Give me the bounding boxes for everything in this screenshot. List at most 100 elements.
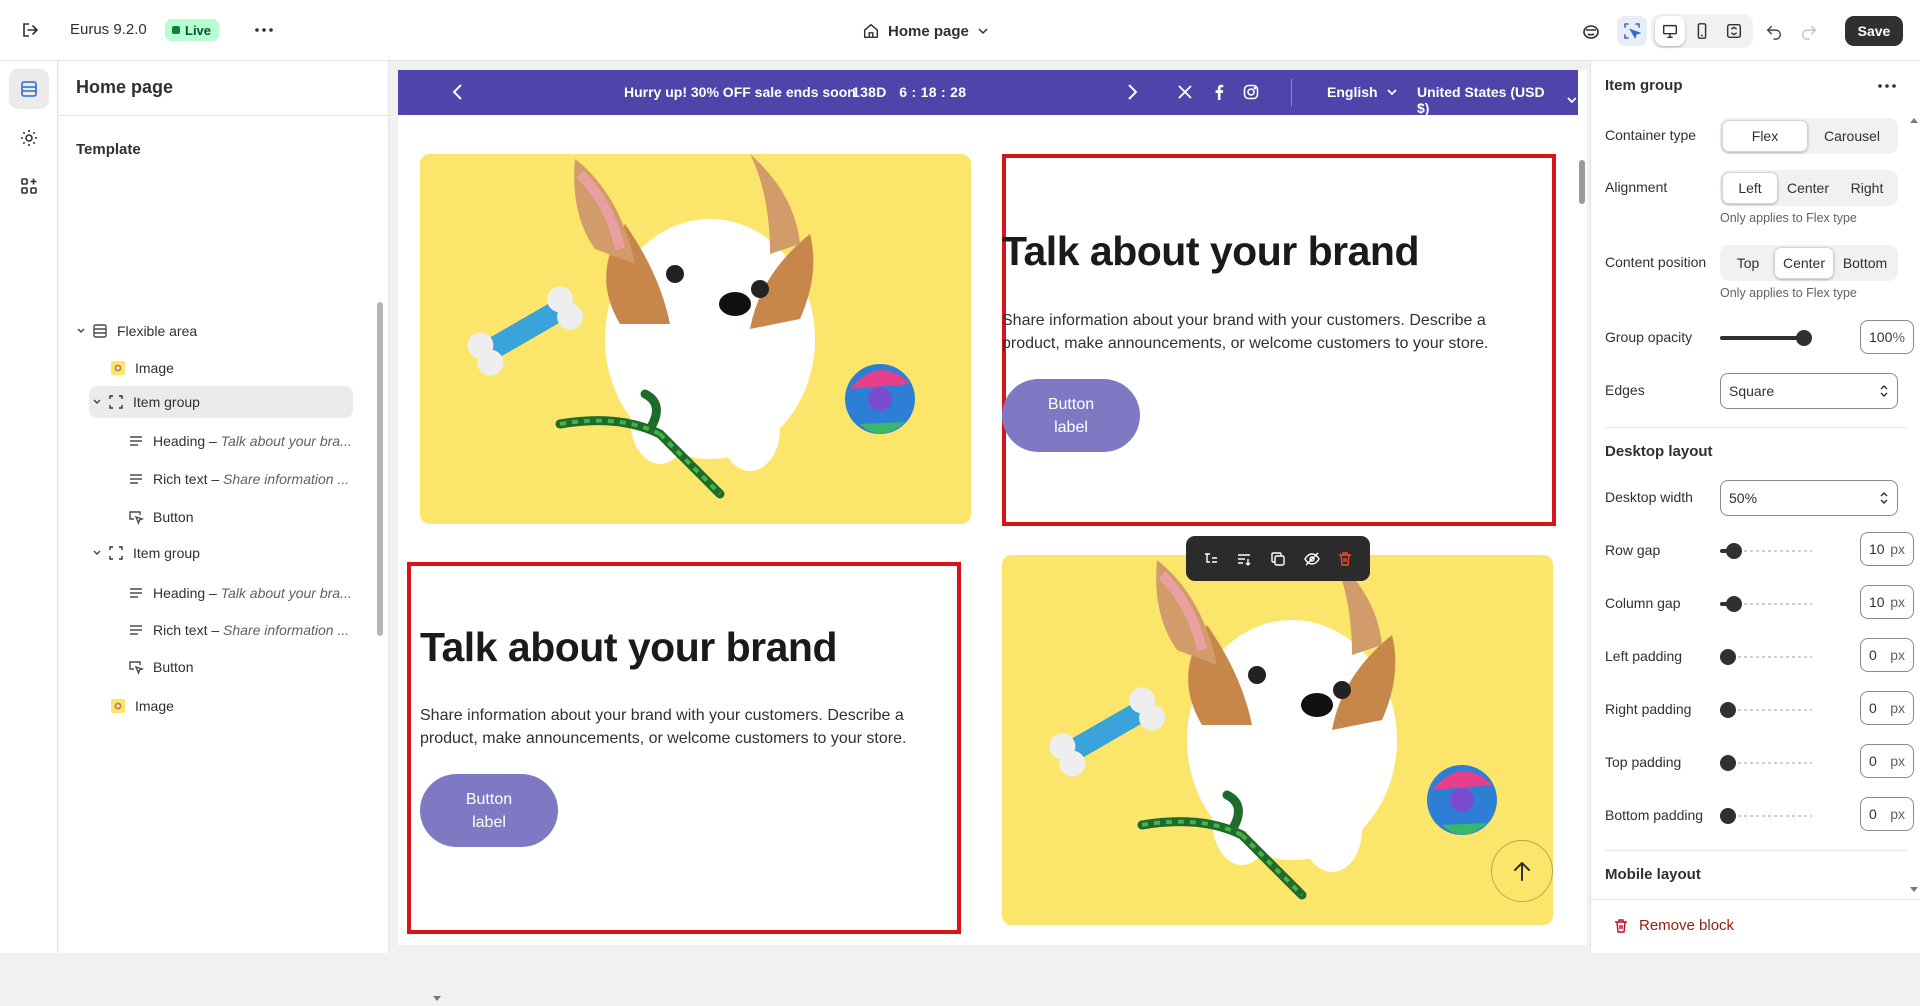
template-heading: Template [76,141,141,158]
desktop-width-select[interactable]: 50% [1720,480,1898,516]
slider-knob[interactable] [1796,330,1812,346]
left-padding-slider[interactable] [1720,647,1812,667]
slider-knob[interactable] [1726,596,1742,612]
chevron-down-icon[interactable] [73,326,89,336]
group-opacity-slider[interactable] [1720,328,1812,348]
select-element-icon[interactable] [1617,16,1647,46]
right-padding-slider[interactable] [1720,700,1812,720]
redo-icon[interactable] [1794,16,1824,46]
block-button[interactable]: Button label [1002,379,1140,452]
item-group-selected-outline[interactable]: Talk about your brand Share information … [1002,154,1556,526]
mobile-view-icon[interactable] [1687,16,1717,46]
page-selector[interactable]: Home page [862,18,989,44]
right-padding-input[interactable]: 0 px [1860,691,1914,725]
instagram-icon[interactable] [1241,82,1261,102]
chevron-right-icon[interactable] [1122,81,1144,103]
delete-icon[interactable] [1333,547,1357,571]
tree-item-item-group[interactable]: Item group [89,537,353,569]
trash-icon [1615,918,1627,933]
facebook-icon[interactable] [1209,82,1229,102]
slider-knob[interactable] [1720,808,1736,824]
sections-icon[interactable] [9,69,49,109]
option-bottom[interactable]: Bottom [1834,247,1896,279]
unit-label: px [1890,541,1905,557]
separator-dash: – [211,471,220,487]
option-center[interactable]: Center [1778,172,1838,204]
tree-item-item-group-selected[interactable]: Item group [89,386,353,418]
save-button[interactable]: Save [1845,16,1903,46]
tree-item-flexible-area[interactable]: Flexible area [73,315,353,347]
remove-block-button[interactable]: Remove block [1613,917,1734,934]
option-carousel[interactable]: Carousel [1808,120,1896,152]
more-actions-icon[interactable] [1875,74,1899,98]
exit-icon[interactable] [18,18,42,42]
option-left[interactable]: Left [1722,172,1778,204]
block-button[interactable]: Button label [420,774,558,847]
desktop-view-icon[interactable] [1655,16,1685,46]
content-position-hint: Only applies to Flex type [1720,286,1857,300]
row-gap-input[interactable]: 10 px [1860,532,1914,566]
tree-item-rich-text[interactable]: Rich text – Share information ... [125,463,365,495]
tree-item-image[interactable]: Image [107,352,353,384]
corgi-image[interactable] [420,154,971,524]
inspector-icon[interactable] [1576,16,1606,46]
chevron-down-icon[interactable] [89,397,105,407]
chevron-down-icon [1567,97,1577,104]
scroll-down-icon[interactable] [1910,887,1918,893]
more-actions-icon[interactable] [252,18,276,42]
bottom-padding-slider[interactable] [1720,806,1812,826]
unit-label: px [1890,753,1905,769]
tree-item-label: Button [153,659,194,675]
select-value: 50% [1729,490,1758,506]
currency-selector[interactable]: United States (USD $) [1417,84,1578,116]
row-gap-slider[interactable] [1720,541,1812,561]
edges-select[interactable]: Square [1720,373,1898,409]
settings-gear-icon[interactable] [9,118,49,158]
slider-knob[interactable] [1720,755,1736,771]
option-top[interactable]: Top [1722,247,1774,279]
top-padding-input[interactable]: 0 px [1860,744,1914,778]
slider-knob[interactable] [1720,702,1736,718]
right-panel: Item group Container type Flex Carousel … [1590,61,1920,953]
tree-item-image[interactable]: Image [107,690,353,722]
column-gap-input[interactable]: 10 px [1860,585,1914,619]
undo-icon[interactable] [1759,16,1789,46]
hide-icon[interactable] [1300,547,1324,571]
panel-scrollbar[interactable] [1909,115,1919,895]
chevron-down-icon[interactable] [89,548,105,558]
fullscreen-view-icon[interactable] [1719,16,1749,46]
left-padding-label: Left padding [1605,648,1683,664]
column-gap-slider[interactable] [1720,594,1812,614]
option-right[interactable]: Right [1838,172,1896,204]
tree-item-button[interactable]: Button [125,501,365,533]
scroll-up-icon[interactable] [1910,117,1918,123]
option-center[interactable]: Center [1774,247,1834,279]
tree-item-button[interactable]: Button [125,651,365,683]
select-parent-icon[interactable] [1199,547,1223,571]
scrollbar-thumb[interactable] [377,302,383,636]
bottom-padding-input[interactable]: 0 px [1860,797,1914,831]
preview-canvas: Hurry up! 30% OFF sale ends soon 138D 6 … [398,70,1578,945]
tree-item-label: Image [135,698,174,714]
option-flex[interactable]: Flex [1722,120,1808,152]
slider-knob[interactable] [1726,543,1742,559]
slider-knob[interactable] [1720,649,1736,665]
back-to-top-button[interactable] [1491,840,1553,902]
top-padding-slider[interactable] [1720,753,1812,773]
scroll-down-icon[interactable] [433,996,441,1002]
canvas-scrollbar-thumb[interactable] [1579,160,1585,204]
move-block-icon[interactable] [1232,547,1256,571]
corgi-image[interactable] [1002,555,1553,925]
group-opacity-input[interactable]: 100 % [1860,320,1914,354]
item-group-outline[interactable]: Talk about your brand Share information … [407,562,961,934]
duplicate-icon[interactable] [1266,547,1290,571]
button-label: Button label [465,790,513,831]
language-selector[interactable]: English [1327,84,1398,100]
tree-item-rich-text[interactable]: Rich text – Share information ... [125,614,365,646]
tree-item-heading[interactable]: Heading – Talk about your bra... [125,577,365,609]
left-padding-input[interactable]: 0 px [1860,638,1914,672]
tree-item-heading[interactable]: Heading – Talk about your bra... [125,425,365,457]
app-blocks-icon[interactable] [9,166,49,206]
x-twitter-icon[interactable] [1175,82,1195,102]
chevron-left-icon[interactable] [446,81,468,103]
